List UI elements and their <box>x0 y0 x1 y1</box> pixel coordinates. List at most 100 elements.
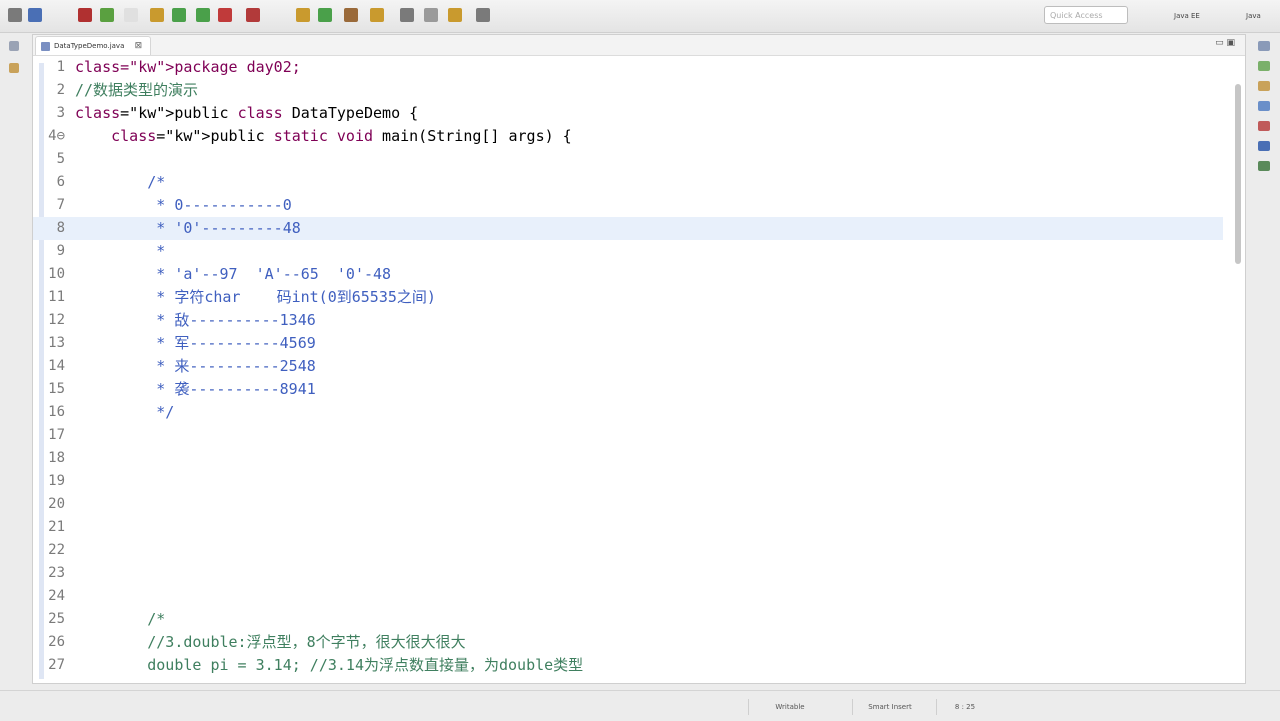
view-icon[interactable] <box>1258 121 1270 131</box>
toolbar-button-icon[interactable] <box>218 8 232 22</box>
toolbar-button-icon[interactable] <box>28 8 42 22</box>
package-explorer-icon[interactable] <box>9 63 19 73</box>
perspective-java-ee[interactable]: Java EE <box>1174 8 1200 24</box>
code-text: * 来----------2548 <box>75 357 316 375</box>
line-number: 5 <box>56 151 65 167</box>
line-number: 24 <box>48 588 65 604</box>
tab-datatypedemo-java[interactable]: DataTypeDemo.java ⊠ <box>35 36 152 55</box>
line-number: 13 <box>48 335 65 351</box>
code-text: /* <box>75 610 166 628</box>
view-icon[interactable] <box>1258 41 1270 51</box>
code-line[interactable]: 17 <box>33 424 1223 447</box>
toolbar-button-icon[interactable] <box>318 8 332 22</box>
status-bar: Writable Smart Insert 8 : 25 <box>0 690 1280 721</box>
close-icon[interactable]: ⊠ <box>135 41 143 51</box>
toolbar-button-icon[interactable] <box>424 8 438 22</box>
toolbar-button-icon[interactable] <box>448 8 462 22</box>
toolbar-button-icon[interactable] <box>78 8 92 22</box>
toolbar-button-icon[interactable] <box>476 8 490 22</box>
code-line[interactable]: 6 /* <box>33 171 1223 194</box>
code-line[interactable]: 20 <box>33 493 1223 516</box>
vertical-scrollbar[interactable] <box>1235 84 1241 264</box>
toolbar-button-icon[interactable] <box>150 8 164 22</box>
code-line[interactable]: 15 * 袭----------8941 <box>33 378 1223 401</box>
java-file-icon <box>41 42 50 51</box>
status-writable: Writable <box>748 699 831 715</box>
code-line[interactable]: 4⊖ class="kw">public static void main(St… <box>33 125 1223 148</box>
line-number: 18 <box>48 450 65 466</box>
code-line[interactable]: 18 <box>33 447 1223 470</box>
toolbar-button-icon[interactable] <box>296 8 310 22</box>
code-line[interactable]: 11 * 字符char 码int(0到65535之间) <box>33 286 1223 309</box>
code-text: class="kw">public class DataTypeDemo { <box>75 104 419 122</box>
line-number: 25 <box>48 611 65 627</box>
code-line[interactable]: 27 double pi = 3.14; //3.14为浮点数直接量，为doub… <box>33 654 1223 677</box>
code-text: /* <box>75 173 166 191</box>
code-line[interactable]: 25 /* <box>33 608 1223 631</box>
code-line[interactable]: 2 //数据类型的演示 <box>33 79 1223 102</box>
line-number: 14 <box>48 358 65 374</box>
restore-icon[interactable] <box>9 41 19 51</box>
code-text: * '0'---------48 <box>75 219 301 237</box>
toolbar-button-icon[interactable] <box>344 8 358 22</box>
line-number: 20 <box>48 496 65 512</box>
toolbar-button-icon[interactable] <box>8 8 22 22</box>
code-line[interactable]: 13 * 军----------4569 <box>33 332 1223 355</box>
view-icon[interactable] <box>1258 141 1270 151</box>
toolbar-button-icon[interactable] <box>246 8 260 22</box>
code-line[interactable]: 5 <box>33 148 1223 171</box>
view-icon[interactable] <box>1258 81 1270 91</box>
code-line[interactable]: 3 class="kw">public class DataTypeDemo { <box>33 102 1223 125</box>
toolbar-button-icon[interactable] <box>370 8 384 22</box>
editor-pane: DataTypeDemo.java ⊠ ▭ ▣ 1 class="kw">pack… <box>32 34 1246 684</box>
code-line[interactable]: 24 <box>33 585 1223 608</box>
toolbar-button-icon[interactable] <box>172 8 186 22</box>
line-number: 26 <box>48 634 65 650</box>
toolbar-button-icon[interactable] <box>196 8 210 22</box>
code-line[interactable]: 26 //3.double:浮点型，8个字节，很大很大很大 <box>33 631 1223 654</box>
code-line[interactable]: 22 <box>33 539 1223 562</box>
code-line[interactable]: 7 * 0-----------0 <box>33 194 1223 217</box>
view-icon[interactable] <box>1258 161 1270 171</box>
quick-access-input[interactable]: Quick Access <box>1044 6 1128 24</box>
view-icon[interactable] <box>1258 61 1270 71</box>
code-line[interactable]: 1 class="kw">package day02; <box>33 56 1223 79</box>
tab-label: DataTypeDemo.java <box>54 42 125 50</box>
code-line[interactable]: 16 */ <box>33 401 1223 424</box>
line-number: 17 <box>48 427 65 443</box>
line-number: 19 <box>48 473 65 489</box>
toolbar-button-icon[interactable] <box>100 8 114 22</box>
line-number: 21 <box>48 519 65 535</box>
code-line[interactable]: 21 <box>33 516 1223 539</box>
code-line[interactable]: 9 * <box>33 240 1223 263</box>
code-text: * 'a'--97 'A'--65 '0'-48 <box>75 265 392 283</box>
toolbar-button-icon[interactable] <box>400 8 414 22</box>
line-number: 22 <box>48 542 65 558</box>
toolbar-button-icon[interactable] <box>124 8 138 22</box>
line-number: 11 <box>48 289 65 305</box>
code-line[interactable]: 8 * '0'---------48 <box>33 217 1223 240</box>
code-line[interactable]: 12 * 敌----------1346 <box>33 309 1223 332</box>
right-trim-stack <box>1250 33 1280 690</box>
code-text: class="kw">package day02; <box>75 58 301 76</box>
code-editor[interactable]: 1 class="kw">package day02; 2 //数据类型的演示 3 cla… <box>33 56 1245 684</box>
code-text: double pi = 3.14; //3.14为浮点数直接量，为double类… <box>75 656 584 674</box>
line-number: 8 <box>56 220 65 236</box>
status-insert-mode: Smart Insert <box>852 699 927 715</box>
code-text: * 袭----------8941 <box>75 380 316 398</box>
code-line[interactable]: 23 <box>33 562 1223 585</box>
minimize-maximize-icon[interactable]: ▭ ▣ <box>1215 38 1235 48</box>
code-line[interactable]: 10 * 'a'--97 'A'--65 '0'-48 <box>33 263 1223 286</box>
code-text: //数据类型的演示 <box>75 81 199 99</box>
line-number: 16 <box>48 404 65 420</box>
code-text: * 0-----------0 <box>75 196 292 214</box>
code-line[interactable]: 14 * 来----------2548 <box>33 355 1223 378</box>
status-cursor-position: 8 : 25 <box>936 699 993 715</box>
code-text: */ <box>75 403 175 421</box>
line-number: 27 <box>48 657 65 673</box>
perspective-java[interactable]: Java <box>1246 8 1261 24</box>
code-text: * 敌----------1346 <box>75 311 316 329</box>
line-number: 23 <box>48 565 65 581</box>
view-icon[interactable] <box>1258 101 1270 111</box>
code-line[interactable]: 19 <box>33 470 1223 493</box>
